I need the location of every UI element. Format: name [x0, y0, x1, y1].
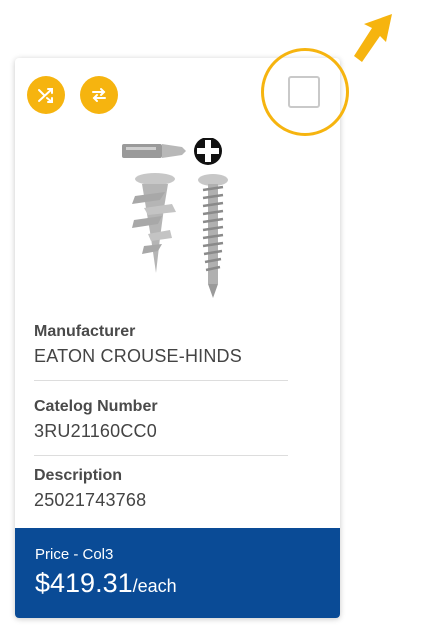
price-unit: /each — [132, 576, 177, 596]
price-row: $419.31/each — [35, 566, 340, 600]
product-image — [122, 138, 228, 298]
shuffle-icon — [38, 88, 53, 103]
pointer-arrow-icon — [354, 14, 392, 62]
manufacturer-value: EATON CROUSE-HINDS — [34, 346, 242, 366]
catalog-number-value: 3RU21160CC0 — [34, 421, 157, 441]
swap-arrows-icon — [92, 88, 106, 102]
shuffle-button[interactable] — [27, 76, 65, 114]
catalog-number-label: Catelog Number — [34, 398, 158, 415]
price-label: Price - Col3 — [35, 546, 114, 563]
catalog-number-field: Catelog Number 3RU21160CC0 — [34, 397, 288, 443]
price-amount: $419.31 — [35, 568, 133, 598]
manufacturer-field: Manufacturer EATON CROUSE-HINDS — [34, 322, 288, 368]
description-label: Description — [34, 467, 123, 484]
divider — [34, 455, 288, 456]
divider — [34, 380, 288, 381]
compare-checkbox[interactable] — [288, 76, 320, 108]
price-panel: Price - Col3 $419.31/each — [15, 528, 340, 618]
manufacturer-label: Manufacturer — [34, 323, 136, 340]
description-field: Description 25021743768 — [34, 466, 288, 512]
swap-button[interactable] — [80, 76, 118, 114]
product-card: Manufacturer EATON CROUSE-HINDS Catelog … — [15, 58, 340, 618]
description-value: 25021743768 — [34, 490, 147, 510]
